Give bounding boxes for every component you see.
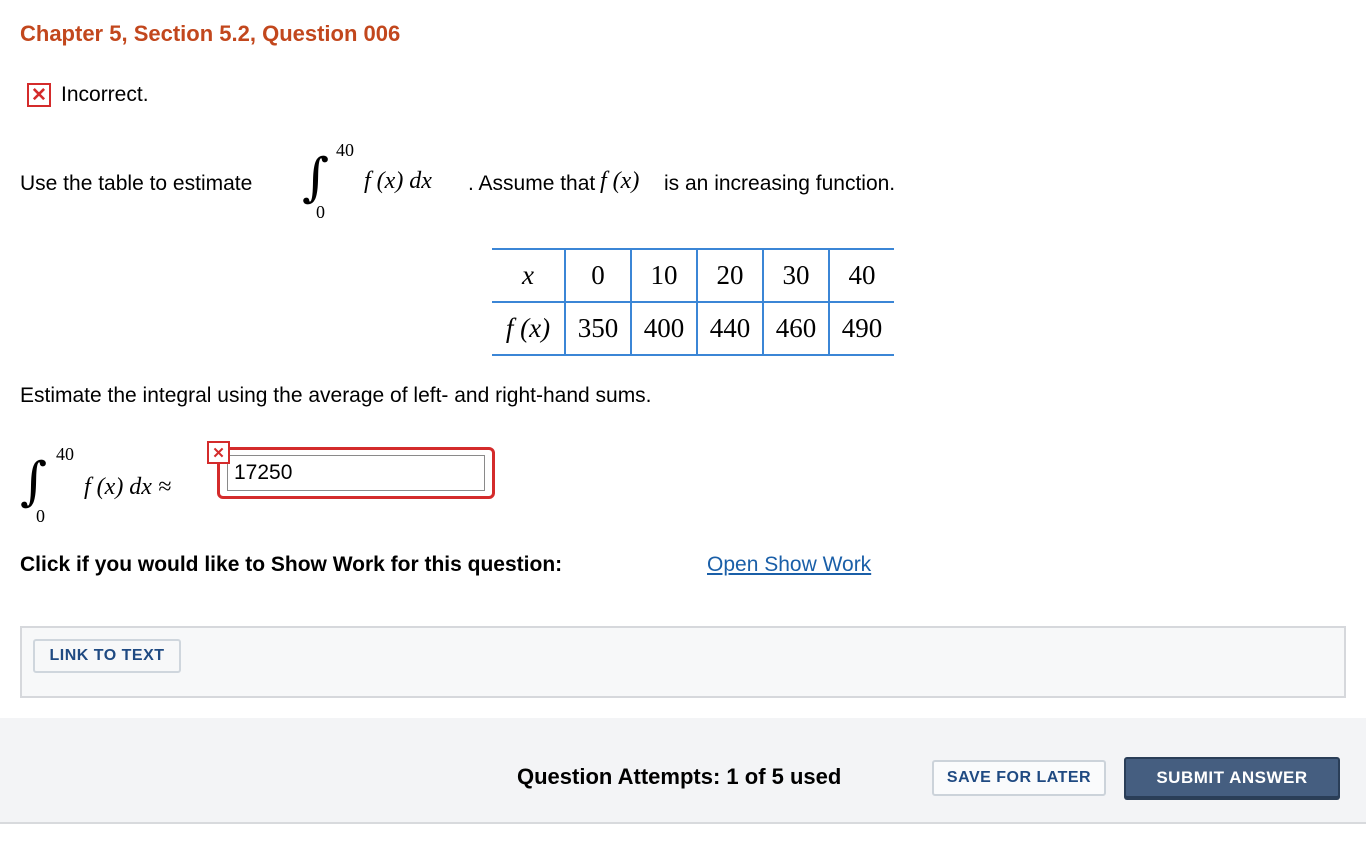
data-table: x 0 10 20 30 40 f (x) 350 400 440 460 49… — [492, 248, 894, 356]
answer-field-wrapper — [217, 447, 495, 499]
table-cell: 490 — [828, 302, 894, 356]
question-text-end: is an increasing function. — [664, 172, 896, 195]
integral-sign: ∫ — [302, 148, 330, 208]
page-title: Chapter 5, Section 5.2, Question 006 — [20, 21, 401, 46]
integral-lower-limit: 0 — [316, 202, 325, 222]
integral-upper-limit: 40 — [56, 444, 74, 464]
result-status: ✕ Incorrect. — [27, 81, 149, 109]
show-work-prompt: Click if you would like to Show Work for… — [20, 553, 563, 576]
integrand: f (x) dx — [364, 168, 432, 194]
integral-lower-limit: 0 — [36, 506, 45, 526]
table-header-fx: f (x) — [492, 302, 565, 356]
table-cell: 350 — [564, 302, 631, 356]
table-cell: 460 — [762, 302, 829, 356]
resources-panel — [20, 626, 1346, 698]
table-cell: 400 — [630, 302, 697, 356]
function-label: f (x) — [600, 168, 640, 194]
question-attempts: Question Attempts: 1 of 5 used — [517, 764, 842, 789]
table-cell: 10 — [630, 248, 697, 303]
instruction-text: Estimate the integral using the average … — [20, 384, 652, 407]
link-to-text-button[interactable]: LINK TO TEXT — [33, 639, 181, 673]
table-row-fx: f (x) 350 400 440 460 490 — [492, 302, 894, 356]
answer-integral: ∫ 40 0 — [18, 444, 88, 534]
x-mark-icon: ✕ — [207, 441, 230, 464]
table-cell: 30 — [762, 248, 829, 303]
table-cell: 40 — [828, 248, 894, 303]
submit-answer-button[interactable]: SUBMIT ANSWER — [1124, 757, 1340, 798]
table-cell: 20 — [696, 248, 763, 303]
save-for-later-button[interactable]: SAVE FOR LATER — [932, 760, 1106, 796]
integral-sign: ∫ — [20, 452, 48, 512]
question-prompt: Use the table to estimate — [20, 172, 253, 195]
table-cell: 440 — [696, 302, 763, 356]
question-text: . Assume that — [468, 172, 596, 195]
table-row-x: x 0 10 20 30 40 — [492, 248, 894, 303]
open-show-work-link[interactable]: Open Show Work — [707, 553, 871, 577]
table-header-x: x — [492, 248, 565, 303]
result-text: Incorrect. — [61, 83, 149, 106]
integral-expression: ∫ 40 0 — [300, 140, 360, 230]
answer-input[interactable] — [227, 455, 485, 491]
table-cell: 0 — [564, 248, 631, 303]
answer-integrand: f (x) dx ≈ — [84, 474, 172, 500]
x-mark-icon: ✕ — [27, 83, 51, 107]
integral-upper-limit: 40 — [336, 140, 354, 160]
